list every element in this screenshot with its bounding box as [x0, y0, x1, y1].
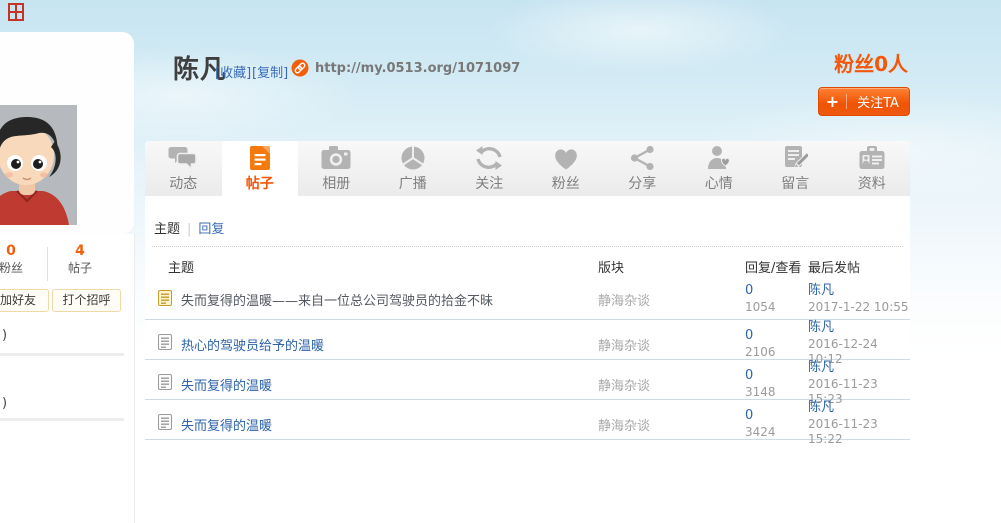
view-count: 2106	[745, 345, 808, 361]
tab-feed-label: 动态	[169, 177, 197, 191]
tab-profile-label: 资料	[858, 177, 886, 191]
header-forum: 版块	[598, 257, 745, 276]
link-icon	[291, 59, 309, 77]
tab-posts-label: 帖子	[246, 177, 274, 191]
tab-following-label: 关注	[475, 177, 503, 191]
fans-stat-value: 0	[0, 243, 46, 259]
id-card-icon	[858, 145, 886, 175]
tab-profile[interactable]: 资料	[834, 141, 911, 196]
fans-stat-label: 粉丝	[0, 262, 46, 276]
last-post-author-link[interactable]: 陈凡	[808, 360, 910, 377]
posts-stat-label: 帖子	[47, 262, 113, 276]
dotted-divider	[152, 246, 903, 247]
topic-title-link[interactable]: 失而复得的温暖——来自一位总公司驾驶员的拾金不昧	[181, 290, 493, 309]
last-post-author-link[interactable]: 陈凡	[808, 320, 910, 337]
chat-icon	[168, 145, 198, 175]
tab-mood-label: 心情	[705, 177, 733, 191]
sidebar-section-truncated-1: )	[2, 328, 7, 343]
favorite-link[interactable]: [收藏]	[215, 62, 251, 81]
tab-fans-label: 粉丝	[552, 177, 580, 191]
fans-stat[interactable]: 0 粉丝	[0, 243, 46, 276]
tab-fans[interactable]: 粉丝	[528, 141, 605, 196]
posts-table: 主题 版块 回复/查看 最后发帖 失而复得的温暖——来自一位总公司驾驶员的拾金不…	[145, 253, 910, 440]
reply-count: 0	[745, 328, 808, 345]
subnav-topics[interactable]: 主题	[154, 222, 180, 237]
tab-following[interactable]: 关注	[451, 141, 528, 196]
tab-share-label: 分享	[628, 177, 656, 191]
topic-title-link[interactable]: 失而复得的温暖	[181, 375, 272, 394]
posts-stat[interactable]: 4 帖子	[47, 243, 113, 276]
content-panel: 主题|回复 主题 版块 回复/查看 最后发帖 失而复得的温暖——来自一位总公司驾…	[145, 196, 910, 523]
tab-albums-label: 相册	[322, 177, 350, 191]
camera-icon	[321, 145, 351, 175]
add-friend-button[interactable]: 加好友	[0, 289, 49, 312]
header-subject: 主题	[153, 257, 598, 276]
tab-mood[interactable]: 心情	[681, 141, 758, 196]
sidebar-section-truncated-2: )	[2, 396, 7, 411]
header-last-post: 最后发帖	[808, 257, 910, 276]
topic-doc-icon-gold	[158, 290, 172, 310]
table-row: 热心的驾驶员给予的温暖 静海杂谈 0 2106 陈凡 2016-12-24 10…	[145, 320, 910, 360]
document-icon	[249, 145, 271, 175]
red-grid-icon	[8, 3, 24, 21]
header-reply-view: 回复/查看	[745, 257, 808, 276]
forum-link[interactable]: 静海杂谈	[598, 375, 745, 394]
follow-button[interactable]: + 关注TA	[818, 87, 910, 116]
tab-broadcast-label: 广播	[399, 177, 427, 191]
share-icon	[629, 145, 655, 175]
subnav-separator: |	[180, 222, 198, 237]
tab-share[interactable]: 分享	[604, 141, 681, 196]
last-post-author-link[interactable]: 陈凡	[808, 283, 910, 300]
refresh-arrows-icon	[475, 145, 503, 175]
posts-stat-value: 4	[47, 243, 113, 259]
last-post-author-link[interactable]: 陈凡	[808, 400, 910, 417]
tab-messages[interactable]: 留言	[757, 141, 834, 196]
copy-link[interactable]: [复制]	[252, 62, 288, 81]
avatar-card	[0, 32, 134, 234]
table-row: 失而复得的温暖 静海杂谈 0 3424 陈凡 2016-11-23 15:22	[145, 400, 910, 440]
tab-broadcast[interactable]: 广播	[375, 141, 452, 196]
profile-url: http://my.0513.org/1071097	[315, 61, 520, 76]
table-row: 失而复得的温暖——来自一位总公司驾驶员的拾金不昧 静海杂谈 0 1054 陈凡 …	[145, 280, 910, 320]
topic-doc-icon	[158, 334, 172, 354]
table-row: 失而复得的温暖 静海杂谈 0 3148 陈凡 2016-11-23 15:23	[145, 360, 910, 400]
plus-icon: +	[819, 92, 846, 111]
sidebar-divider	[0, 353, 124, 356]
tab-posts[interactable]: 帖子	[222, 141, 299, 196]
forum-link[interactable]: 静海杂谈	[598, 415, 745, 434]
heart-icon	[552, 145, 580, 175]
last-post-date: 2017-1-22 10:55	[808, 300, 910, 316]
topic-title-link[interactable]: 热心的驾驶员给予的温暖	[181, 335, 324, 354]
note-pencil-icon	[782, 145, 808, 175]
person-heart-icon	[706, 145, 732, 175]
view-count: 1054	[745, 300, 808, 316]
follow-button-label: 关注TA	[847, 92, 909, 111]
tab-messages-label: 留言	[781, 177, 809, 191]
tab-albums[interactable]: 相册	[298, 141, 375, 196]
sidebar: 0 粉丝 4 帖子 加好友 打个招呼 ) )	[0, 234, 135, 523]
view-count: 3148	[745, 385, 808, 401]
forum-link[interactable]: 静海杂谈	[598, 290, 745, 309]
reply-count: 0	[745, 368, 808, 385]
last-post-date: 2016-11-23 15:22	[808, 417, 910, 448]
table-header-row: 主题 版块 回复/查看 最后发帖	[145, 253, 910, 280]
avatar	[0, 105, 77, 225]
forum-link[interactable]: 静海杂谈	[598, 335, 745, 354]
tab-feed[interactable]: 动态	[145, 141, 222, 196]
reply-count: 0	[745, 408, 808, 425]
topic-doc-icon	[158, 414, 172, 434]
broadcast-icon	[400, 145, 426, 175]
view-count: 3424	[745, 425, 808, 441]
reply-count: 0	[745, 283, 808, 300]
topic-doc-icon	[158, 374, 172, 394]
fans-count: 粉丝0人	[834, 48, 908, 77]
tab-bar: 动态 帖子 相册 广播	[145, 141, 910, 196]
sidebar-divider	[0, 418, 124, 421]
subnav-replies[interactable]: 回复	[198, 222, 224, 237]
topic-title-link[interactable]: 失而复得的温暖	[181, 415, 272, 434]
subnav: 主题|回复	[154, 218, 224, 237]
say-hello-button[interactable]: 打个招呼	[52, 289, 121, 312]
